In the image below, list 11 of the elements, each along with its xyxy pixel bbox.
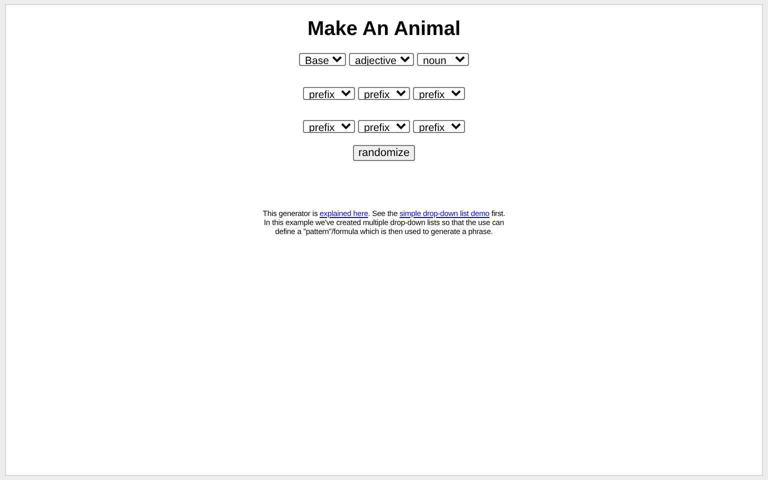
- dropdown[interactable]: noun: [417, 53, 469, 66]
- dropdown[interactable]: adjective: [349, 53, 414, 66]
- dropdown[interactable]: prefix: [358, 120, 410, 133]
- dropdown[interactable]: Base: [299, 53, 346, 66]
- dropdown[interactable]: prefix: [413, 87, 465, 100]
- page-title: Make An Animal: [308, 18, 460, 41]
- dropdown[interactable]: prefix: [358, 87, 410, 100]
- dropdown[interactable]: prefix: [303, 120, 355, 133]
- dropdown[interactable]: prefix: [413, 120, 465, 133]
- dropdown[interactable]: prefix: [303, 87, 355, 100]
- randomize-button[interactable]: randomize: [353, 145, 415, 161]
